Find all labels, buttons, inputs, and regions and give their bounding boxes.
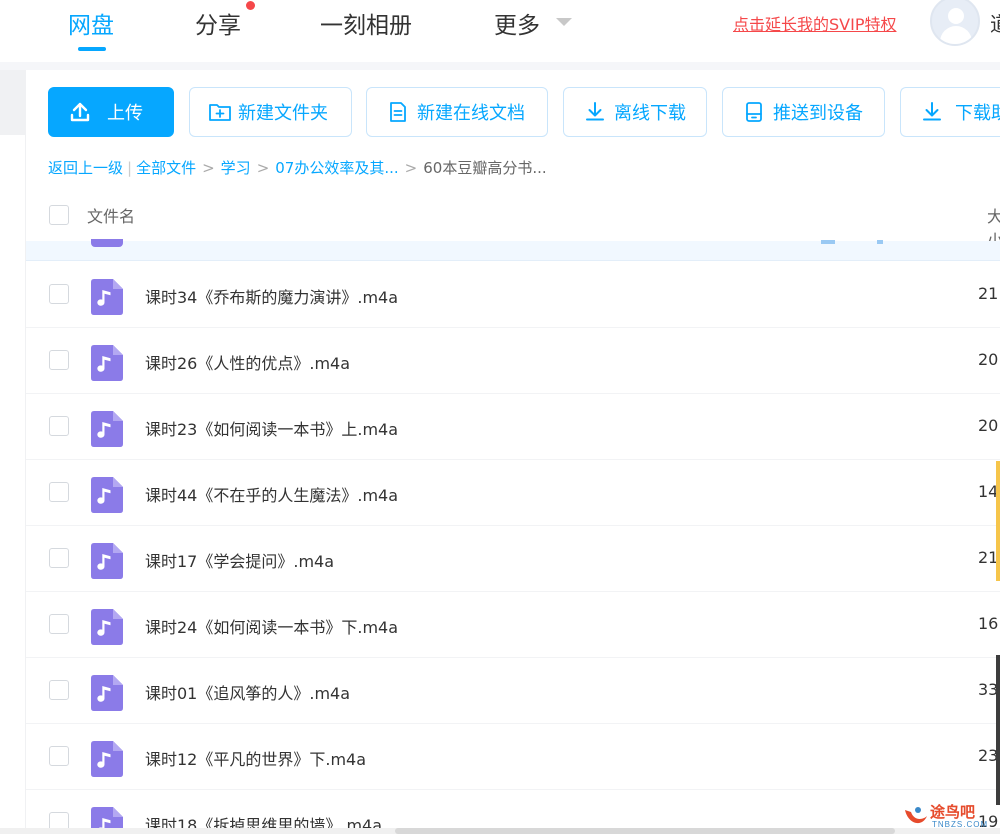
breadcrumb-all-files[interactable]: 全部文件 [136, 159, 196, 177]
file-name[interactable]: 课时12《平凡的世界》下.m4a [145, 746, 366, 770]
upload-label: 上传 [107, 103, 143, 124]
table-row[interactable]: 课时24《如何阅读一本书》下.m4a 16.8M [26, 592, 1000, 658]
file-name[interactable]: 课时23《如何阅读一本书》上.m4a [145, 416, 398, 440]
push-to-device-button[interactable]: 推送到设备 [722, 87, 885, 137]
horizontal-scrollbar[interactable] [0, 828, 1000, 834]
table-row[interactable]: 课时23《如何阅读一本书》上.m4a 20.5M [26, 394, 1000, 460]
nav-tab-share[interactable]: 分享 [195, 6, 241, 40]
push-to-device-label: 推送到设备 [773, 103, 863, 124]
row-checkbox[interactable] [49, 284, 69, 304]
select-all-checkbox[interactable] [49, 205, 69, 225]
table-row[interactable]: 课时44《不在乎的人生魔法》.m4a14.2M [26, 460, 1000, 526]
row-action-icon[interactable] [877, 240, 883, 244]
sidebar-edge [0, 70, 25, 135]
breadcrumb-arrow-icon: > [202, 159, 215, 177]
table-row[interactable]: 课时12《平凡的世界》下.m4a23.4M [26, 724, 1000, 790]
scrollbar-thumb[interactable] [395, 828, 895, 834]
download-assistant-label: 下载助手 [955, 103, 1000, 124]
row-checkbox[interactable] [49, 548, 69, 568]
device-icon [746, 102, 762, 122]
file-name[interactable]: 课时24《如何阅读一本书》下.m4a [145, 614, 398, 638]
column-header-name[interactable]: 文件名 [87, 203, 135, 227]
file-size: 20.5M [978, 416, 1000, 435]
audio-file-icon [91, 477, 123, 513]
row-checkbox[interactable] [49, 614, 69, 634]
username[interactable]: 道 [990, 8, 1000, 37]
breadcrumb: 返回上一级 | 全部文件 > 学习 >07办公效率及其... >60本豆瓣高分书... [48, 157, 547, 178]
offline-download-label: 离线下载 [614, 103, 686, 124]
file-size: 16.8M [978, 614, 1000, 633]
audio-file-icon [91, 345, 123, 381]
svip-renew-link[interactable]: 点击延长我的SVIP特权 [733, 11, 896, 35]
audio-file-icon [91, 279, 123, 315]
watermark-text: 途鸟吧 [930, 803, 976, 821]
avatar-body [940, 26, 972, 44]
new-online-doc-button[interactable]: 新建在线文档 [366, 87, 548, 137]
audio-file-icon [91, 411, 123, 447]
audio-file-icon [91, 609, 123, 645]
audio-file-icon [91, 239, 123, 247]
notification-dot [246, 1, 255, 10]
top-nav: 网盘 分享 一刻相册 更多 点击延长我的SVIP特权 道 [0, 0, 1000, 62]
table-row[interactable]: 课时34《乔布斯的魔力演讲》.m4a 21.3M [26, 262, 1000, 328]
breadcrumb-item[interactable]: 07办公效率及其... [275, 159, 398, 177]
audio-file-icon [91, 675, 123, 711]
table-row[interactable]: 课时01《追风筝的人》.m4a33.2M [26, 658, 1000, 724]
upload-button[interactable]: 上传 [48, 87, 174, 137]
file-size: 20.1M [978, 350, 1000, 369]
file-name[interactable]: 课时17《学会提问》.m4a [145, 548, 334, 572]
table-row-partial[interactable] [26, 239, 1000, 261]
offline-download-button[interactable]: 离线下载 [563, 87, 707, 137]
breadcrumb-item[interactable]: 学习 [221, 159, 251, 177]
row-checkbox[interactable] [49, 746, 69, 766]
chevron-down-icon[interactable] [556, 18, 572, 26]
file-name[interactable]: 课时01《追风筝的人》.m4a [145, 680, 350, 704]
new-folder-button[interactable]: 新建文件夹 [189, 87, 352, 137]
document-icon [390, 102, 406, 122]
file-size: 21.3M [978, 284, 1000, 303]
audio-file-icon [91, 741, 123, 777]
audio-file-icon [91, 543, 123, 579]
breadcrumb-current: 60本豆瓣高分书... [423, 159, 547, 177]
breadcrumb-arrow-icon: > [404, 159, 418, 177]
new-folder-label: 新建文件夹 [238, 103, 328, 124]
download-assistant-button[interactable]: 下载助手 [900, 87, 1000, 137]
folder-plus-icon [209, 104, 231, 121]
file-name[interactable]: 课时26《人性的优点》.m4a [145, 350, 350, 374]
edge-artifact [996, 461, 1000, 581]
breadcrumb-separator: | [127, 159, 133, 177]
row-checkbox[interactable] [49, 350, 69, 370]
row-checkbox[interactable] [49, 680, 69, 700]
avatar[interactable] [930, 0, 980, 46]
row-checkbox[interactable] [49, 416, 69, 436]
nav-tab-album[interactable]: 一刻相册 [320, 6, 412, 40]
edge-artifact [996, 655, 1000, 805]
file-name[interactable]: 课时44《不在乎的人生魔法》.m4a [145, 482, 398, 506]
breadcrumb-arrow-icon: > [256, 159, 270, 177]
row-action-icon[interactable] [821, 240, 835, 244]
download-icon [586, 102, 604, 121]
download-icon [923, 102, 941, 121]
nav-tab-more[interactable]: 更多 [494, 6, 540, 40]
nav-tab-netdisk[interactable]: 网盘 [68, 6, 114, 40]
file-name[interactable]: 课时34《乔布斯的魔力演讲》.m4a [145, 284, 398, 308]
nav-active-underline [78, 47, 106, 51]
upload-icon [70, 102, 90, 122]
table-row[interactable]: 课时17《学会提问》.m4a21.0M [26, 526, 1000, 592]
breadcrumb-back[interactable]: 返回上一级 [48, 159, 123, 177]
header-separator [0, 62, 1000, 70]
table-row[interactable]: 课时26《人性的优点》.m4a 20.1M [26, 328, 1000, 394]
row-checkbox[interactable] [49, 482, 69, 502]
new-online-doc-label: 新建在线文档 [417, 103, 525, 124]
avatar-head [948, 8, 964, 24]
